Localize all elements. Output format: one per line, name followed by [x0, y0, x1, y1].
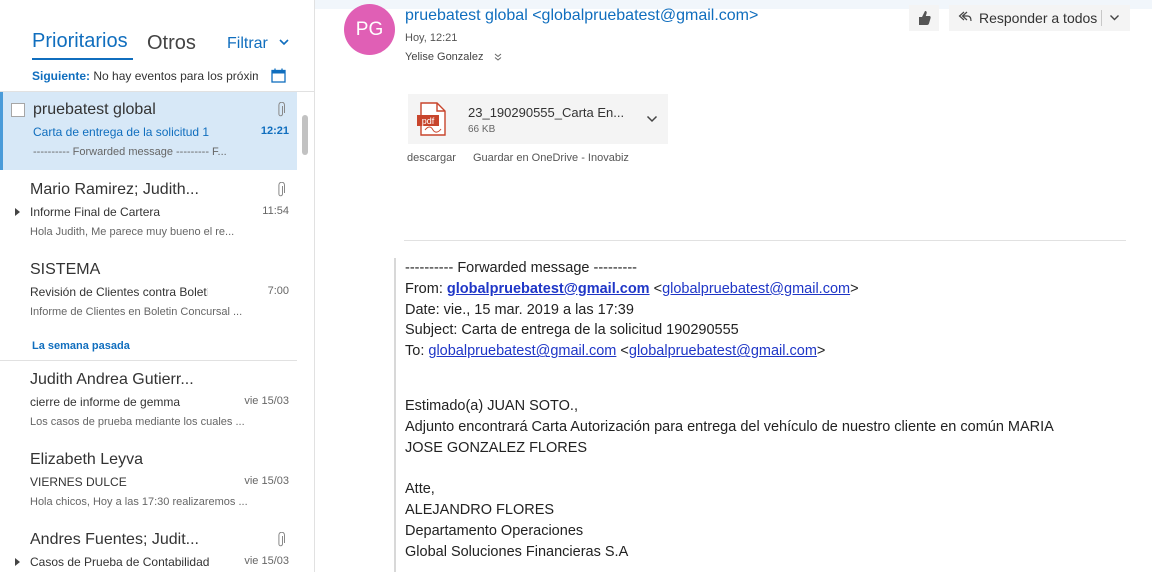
message-preview: Hola Judith, Me parece muy bueno el re..…	[30, 226, 235, 238]
message-list-pane: Prioritarios Otros Filtrar Siguiente: No…	[0, 0, 315, 572]
greeting: Estimado(a) JUAN SOTO.,	[405, 397, 578, 414]
message-preview: Los casos de prueba mediante los cuales …	[30, 416, 245, 428]
list-item[interactable]: Judith Andrea Gutierr... cierre de infor…	[0, 362, 297, 440]
signature-line: Atte,	[405, 481, 435, 498]
header-divider	[404, 240, 1126, 241]
recipient-name[interactable]: Yelise Gonzalez	[405, 51, 483, 63]
message-time: vie 15/03	[244, 555, 289, 567]
double-chevron-down-icon[interactable]	[494, 53, 502, 61]
expand-thread-icon[interactable]	[15, 558, 20, 566]
quote-bar	[394, 258, 396, 572]
select-checkbox[interactable]	[11, 103, 25, 117]
save-onedrive-link[interactable]: Guardar en OneDrive - Inovabiz	[473, 152, 629, 164]
fwd-from-label: From:	[405, 280, 447, 297]
message-sender: Mario Ramirez; Judith...	[30, 181, 199, 198]
fwd-to-link[interactable]: globalpruebatest@gmail.com	[428, 343, 616, 359]
paperclip-icon	[278, 182, 285, 197]
forwarded-header: ---------- Forwarded message ---------	[405, 260, 637, 276]
fwd-subject-line: Subject: Carta de entrega de la solicitu…	[405, 322, 739, 339]
message-subject: cierre de informe de gemma	[30, 395, 181, 409]
reply-all-label: Responder a todos	[979, 10, 1098, 26]
attachment-name: 23_190290555_Carta En...	[468, 105, 625, 120]
thumbs-up-icon	[919, 11, 931, 25]
button-separator	[1101, 10, 1102, 26]
message-preview: Hola chicos, Hoy a las 17:30 realizaremo…	[30, 496, 248, 508]
list-item[interactable]: Andres Fuentes; Judit... Casos de Prueba…	[0, 522, 297, 572]
reply-all-button[interactable]: Responder a todos	[949, 5, 1130, 31]
chevron-down-icon[interactable]	[278, 35, 290, 49]
attachment-actions: descargar Guardar en OneDrive - Inovabiz	[407, 152, 643, 164]
message-time: 12:21	[260, 125, 289, 137]
message-time: 11:54	[262, 205, 289, 217]
signature-line: ALEJANDRO FLORES	[405, 501, 555, 518]
body-paragraph-line: JOSE GONZALEZ FLORES	[405, 439, 588, 456]
reply-all-icon	[958, 11, 972, 22]
like-button[interactable]	[909, 5, 939, 31]
list-item[interactable]: Elizabeth Leyva VIERNES DULCE vie 15/03 …	[0, 442, 297, 520]
tab-focused-underline	[32, 58, 133, 60]
next-event-row[interactable]: Siguiente: No hay eventos para los próxi…	[32, 69, 258, 83]
fwd-to-gt: >	[816, 343, 826, 360]
chevron-down-icon[interactable]	[1109, 12, 1120, 23]
fwd-from-line: From: globalpruebatest@gmail.com <global…	[405, 279, 1135, 300]
calendar-icon[interactable]	[271, 68, 286, 83]
message-body: ---------- Forwarded message --------- F…	[405, 258, 1135, 562]
scrollbar[interactable]	[298, 92, 314, 572]
paperclip-icon	[278, 532, 285, 547]
message-time: 7:00	[267, 285, 289, 297]
message-subject: Carta de entrega de la solicitud 1	[33, 125, 210, 139]
attachment-size: 66 KB	[468, 124, 496, 135]
filter-button[interactable]: Filtrar	[227, 35, 268, 53]
message-subject: Revisión de Clientes contra Boletí	[30, 285, 208, 299]
tab-other[interactable]: Otros	[147, 32, 196, 55]
message-time: vie 15/03	[244, 395, 289, 407]
message-sender: SISTEMA	[30, 261, 101, 278]
message-preview: Informe de Clientes en Boletin Concursal…	[30, 306, 243, 318]
chevron-down-icon[interactable]	[646, 114, 658, 124]
signature-line: Departamento Operaciones	[405, 522, 584, 539]
tab-focused[interactable]: Prioritarios	[32, 30, 128, 53]
fwd-to-address-link[interactable]: globalpruebatest@gmail.com	[629, 343, 817, 359]
fwd-from-address-link[interactable]: globalpruebatest@gmail.com	[662, 281, 850, 297]
fwd-to-line: To: globalpruebatest@gmail.com <globalpr…	[405, 341, 1135, 362]
list-item[interactable]: Mario Ramirez; Judith... Informe Final d…	[0, 172, 297, 250]
message-date: Hoy, 12:21	[405, 32, 458, 44]
pdf-file-icon: pdf	[417, 102, 446, 136]
message-subject: Informe Final de Cartera	[30, 205, 161, 219]
list-item[interactable]: SISTEMA Revisión de Clientes contra Bole…	[0, 252, 297, 330]
fwd-from-link[interactable]: globalpruebatest@gmail.com	[447, 281, 650, 297]
expand-thread-icon[interactable]	[15, 208, 20, 216]
section-divider	[0, 360, 297, 361]
list-item-selected[interactable]: pruebatest global Carta de entrega de la…	[0, 92, 297, 170]
fwd-from-gt: >	[850, 280, 859, 297]
next-event-label: Siguiente:	[32, 69, 91, 83]
message-sender: Andres Fuentes; Judit...	[30, 531, 199, 548]
paperclip-icon	[278, 102, 285, 117]
sender-name-address[interactable]: pruebatest global <globalpruebatest@gmai…	[405, 7, 758, 25]
message-sender: Judith Andrea Gutierr...	[30, 371, 194, 388]
message-time: vie 15/03	[244, 475, 289, 487]
scrollbar-thumb[interactable]	[302, 115, 308, 155]
fwd-to-label: To:	[405, 343, 429, 360]
message-subject: VIERNES DULCE	[30, 475, 127, 489]
message-sender: pruebatest global	[33, 101, 156, 118]
attachment-card[interactable]: pdf 23_190290555_Carta En... 66 KB	[408, 94, 668, 144]
sender-avatar: PG	[344, 4, 395, 55]
signature-line: Global Soluciones Financieras S.A	[405, 543, 629, 560]
fwd-to-lt: <	[616, 343, 629, 360]
svg-text:pdf: pdf	[422, 116, 435, 126]
fwd-date-line: Date: vie., 15 mar. 2019 a las 17:39	[405, 301, 634, 318]
download-link[interactable]: descargar	[407, 152, 456, 164]
message-subject: Casos de Prueba de Contabilidad	[30, 555, 210, 569]
section-header: La semana pasada	[32, 340, 130, 352]
next-event-text: No hay eventos para los próxim	[93, 69, 258, 83]
message-sender: Elizabeth Leyva	[30, 451, 143, 468]
message-preview: ---------- Forwarded message --------- F…	[33, 146, 227, 158]
body-paragraph-line: Adjunto encontrará Carta Autorización pa…	[405, 418, 1054, 435]
fwd-from-lt: <	[649, 280, 663, 297]
